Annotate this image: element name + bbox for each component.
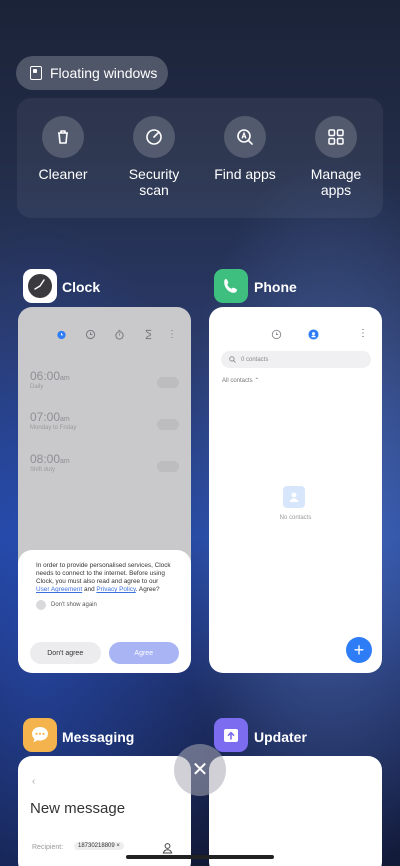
add-contact-button[interactable]: + [346, 637, 372, 663]
recipient-label: Recipient: [32, 844, 64, 851]
alarm-row[interactable]: 07:00am Monday to Friday [30, 410, 76, 431]
shield-scan-icon [133, 116, 175, 158]
more-menu-icon[interactable]: ⋮ [167, 329, 177, 340]
privacy-policy-link[interactable]: Privacy Policy [96, 586, 135, 593]
contacts-icon[interactable] [308, 329, 319, 340]
close-icon: ✕ [191, 759, 209, 781]
timer-icon[interactable] [143, 329, 154, 340]
contacts-count: 0 contacts [241, 356, 269, 363]
find-apps-icon [224, 116, 266, 158]
phone-app-name: Phone [254, 279, 297, 295]
messaging-app-name: Messaging [62, 729, 135, 745]
home-indicator[interactable] [126, 855, 274, 859]
updater-app-card[interactable] [209, 756, 382, 866]
user-agreement-link[interactable]: User Agreement [36, 586, 82, 593]
back-arrow-icon[interactable]: ‹ [32, 776, 35, 787]
updater-app-icon[interactable] [214, 718, 248, 752]
phone-app-card[interactable]: ⋮ 0 contacts All contacts ⌃ No contacts … [209, 307, 382, 673]
updater-app-name: Updater [254, 729, 307, 745]
clock-app-card[interactable]: ⋮ 06:00am Daily 07:00am Monday to Friday… [18, 307, 191, 673]
world-clock-icon[interactable] [85, 329, 96, 340]
recents-icon[interactable] [271, 329, 282, 340]
alarm-row[interactable]: 06:00am Daily [30, 369, 70, 390]
agree-button[interactable]: Agree [108, 642, 179, 664]
alarm-toggle[interactable] [157, 461, 179, 472]
contacts-search-input[interactable]: 0 contacts [221, 351, 371, 368]
clock-app-icon[interactable] [23, 269, 57, 303]
consent-dialog: In order to provide personalised service… [18, 550, 191, 673]
contacts-filter-dropdown[interactable]: All contacts ⌃ [222, 377, 259, 384]
new-message-title: New message [30, 800, 126, 817]
checkbox-icon [36, 600, 46, 610]
clock-tabs [56, 329, 154, 340]
security-scan-button[interactable]: Security scan [109, 116, 199, 198]
grid-icon [315, 116, 357, 158]
cleaner-button[interactable]: Cleaner [18, 116, 108, 182]
stopwatch-icon[interactable] [114, 329, 125, 340]
trash-icon [42, 116, 84, 158]
search-icon [229, 356, 236, 363]
plus-icon: + [353, 640, 365, 660]
recipient-chip[interactable]: 18730218809 × [74, 842, 124, 850]
find-apps-button[interactable]: Find apps [200, 116, 290, 182]
find-apps-label: Find apps [214, 166, 276, 182]
floating-windows-label: Floating windows [50, 65, 158, 81]
alarm-icon[interactable] [56, 329, 67, 340]
quick-tools-panel: Cleaner Security scan Find apps Manage a… [17, 98, 383, 218]
manage-apps-button[interactable]: Manage apps [291, 116, 381, 198]
empty-contacts-icon [283, 486, 305, 508]
dont-show-again-label: Don't show again [51, 602, 97, 608]
clock-app-name: Clock [62, 279, 101, 295]
phone-tabs [271, 329, 319, 340]
security-scan-label: Security scan [128, 166, 180, 198]
consent-message: In order to provide personalised service… [36, 562, 171, 593]
cleaner-label: Cleaner [38, 166, 88, 182]
more-menu-icon[interactable]: ⋮ [358, 328, 368, 339]
alarm-toggle[interactable] [157, 419, 179, 430]
manage-apps-label: Manage apps [310, 166, 362, 198]
floating-windows-button[interactable]: Floating windows [16, 56, 168, 90]
empty-contacts-text: No contacts [279, 515, 312, 521]
floating-window-icon [30, 66, 42, 80]
phone-app-icon[interactable] [214, 269, 248, 303]
messaging-app-icon[interactable] [23, 718, 57, 752]
dont-agree-button[interactable]: Don't agree [30, 642, 101, 664]
messaging-app-card[interactable]: ‹ New message Recipient: 18730218809 × [18, 756, 191, 866]
dont-show-again-checkbox[interactable]: Don't show again [36, 600, 173, 610]
clear-all-button[interactable]: ✕ [174, 744, 226, 796]
alarm-toggle[interactable] [157, 377, 179, 388]
alarm-row[interactable]: 08:00am Shift duty [30, 452, 70, 473]
